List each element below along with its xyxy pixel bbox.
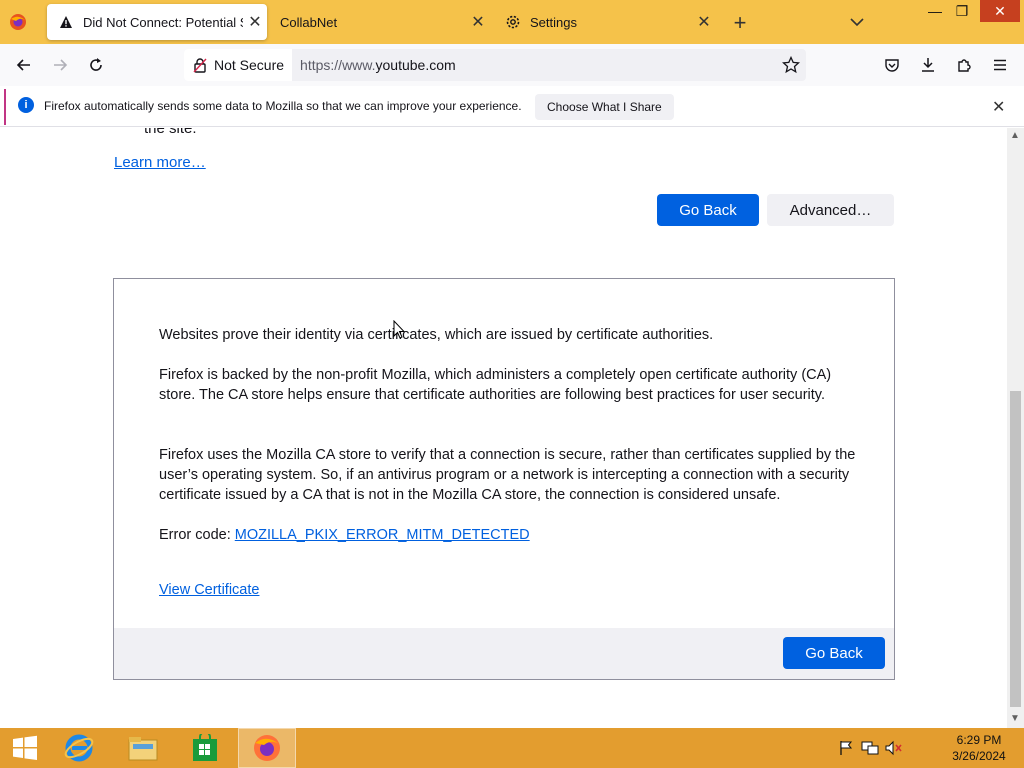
url-text[interactable]: https://www.youtube.com	[300, 57, 776, 73]
hamburger-menu-icon[interactable]	[986, 52, 1014, 78]
windows-start-icon[interactable]	[0, 728, 50, 768]
notification-accent	[4, 89, 6, 125]
bookmark-star-icon[interactable]	[776, 56, 806, 74]
page-content: the site. Learn more… Go Back Advanced… …	[0, 128, 1007, 728]
reload-icon[interactable]	[82, 52, 110, 78]
clock-time: 6:29 PM	[956, 733, 1002, 747]
forward-icon[interactable]	[46, 52, 74, 78]
choose-what-i-share-button[interactable]: Choose What I Share	[535, 94, 674, 120]
downloads-icon[interactable]	[914, 52, 942, 78]
close-window-button[interactable]: ✕	[980, 0, 1020, 22]
close-tab-icon[interactable]: ✕	[466, 12, 490, 32]
mozilla-ca-store-explanation: Firefox uses the Mozilla CA store to ver…	[159, 447, 856, 503]
error-code-link[interactable]: MOZILLA_PKIX_ERROR_MITM_DETECTED	[235, 527, 530, 543]
not-secure-label: Not Secure	[214, 57, 285, 73]
error-code-line: Error code: MOZILLA_PKIX_ERROR_MITM_DETE…	[159, 525, 859, 545]
extensions-icon[interactable]	[950, 52, 978, 78]
action-center-flag-icon[interactable]	[838, 740, 856, 756]
tab-settings[interactable]: Settings ✕	[496, 4, 716, 40]
mouse-cursor-icon	[393, 320, 405, 339]
warning-icon	[57, 13, 75, 31]
site-security-indicator[interactable]: Not Secure	[184, 49, 293, 81]
notification-message: Firefox automatically sends some data to…	[44, 99, 522, 113]
chevron-down-icon[interactable]	[846, 12, 868, 32]
volume-muted-icon[interactable]	[885, 740, 903, 756]
scroll-up-icon[interactable]: ▲	[1010, 130, 1020, 141]
advanced-button[interactable]: Advanced…	[767, 194, 894, 226]
panel-footer: Go Back	[114, 628, 894, 679]
error-code-label: Error code:	[159, 527, 235, 543]
new-tab-button[interactable]: +	[728, 10, 752, 36]
internet-explorer-icon[interactable]	[50, 728, 108, 768]
close-tab-icon[interactable]: ✕	[243, 12, 267, 32]
clock-date: 3/26/2024	[952, 749, 1006, 763]
certificate-explanation: Websites prove their identity via certif…	[159, 327, 714, 343]
view-certificate-line: View Certificate	[159, 580, 859, 600]
pocket-icon[interactable]	[878, 52, 906, 78]
vertical-scrollbar[interactable]: ▲ ▼	[1007, 128, 1024, 728]
close-tab-icon[interactable]: ✕	[692, 12, 716, 32]
firefox-view-icon[interactable]	[8, 12, 28, 32]
network-icon[interactable]	[861, 740, 879, 756]
view-certificate-link[interactable]: View Certificate	[159, 582, 259, 598]
url-prefix: https://www.	[300, 57, 376, 73]
truncated-text: the site.	[144, 128, 197, 137]
go-back-button-secondary[interactable]: Go Back	[783, 637, 885, 669]
tab-label: CollabNet	[280, 14, 338, 30]
tab-strip: Did Not Connect: Potential Security Issu…	[0, 0, 1024, 44]
file-explorer-icon[interactable]	[114, 728, 172, 768]
lock-warning-icon	[192, 57, 208, 73]
scrollbar-thumb[interactable]	[1010, 391, 1021, 707]
system-clock[interactable]: 6:29 PM 3/26/2024	[940, 732, 1018, 764]
learn-more-link[interactable]: Learn more…	[114, 154, 206, 171]
tab-did-not-connect[interactable]: Did Not Connect: Potential Security Issu…	[47, 4, 267, 40]
tab-collabnet[interactable]: CollabNet ✕	[270, 4, 490, 40]
store-icon[interactable]	[176, 728, 234, 768]
advanced-panel: Websites prove their identity via certif…	[113, 278, 895, 680]
mozilla-ca-explanation: Firefox is backed by the non-profit Mozi…	[159, 367, 832, 403]
navigation-toolbar: Not Secure https://www.youtube.com	[0, 44, 1024, 86]
url-bar[interactable]: Not Secure https://www.youtube.com	[184, 49, 806, 81]
go-back-button[interactable]: Go Back	[657, 194, 759, 226]
firefox-taskbar-icon[interactable]	[238, 728, 296, 768]
back-icon[interactable]	[10, 52, 38, 78]
restore-button[interactable]: ❐	[945, 0, 979, 22]
tab-label: Settings	[530, 14, 577, 30]
info-icon: i	[18, 97, 34, 113]
url-domain: youtube.com	[375, 57, 456, 73]
windows-taskbar: 6:29 PM 3/26/2024	[0, 728, 1024, 768]
close-notification-icon[interactable]: ✕	[992, 97, 1005, 117]
gear-icon	[504, 13, 522, 31]
tab-label: Did Not Connect: Potential Security Issu…	[83, 14, 243, 30]
scroll-down-icon[interactable]: ▼	[1010, 713, 1020, 724]
data-collection-notification: i Firefox automatically sends some data …	[0, 87, 1024, 127]
